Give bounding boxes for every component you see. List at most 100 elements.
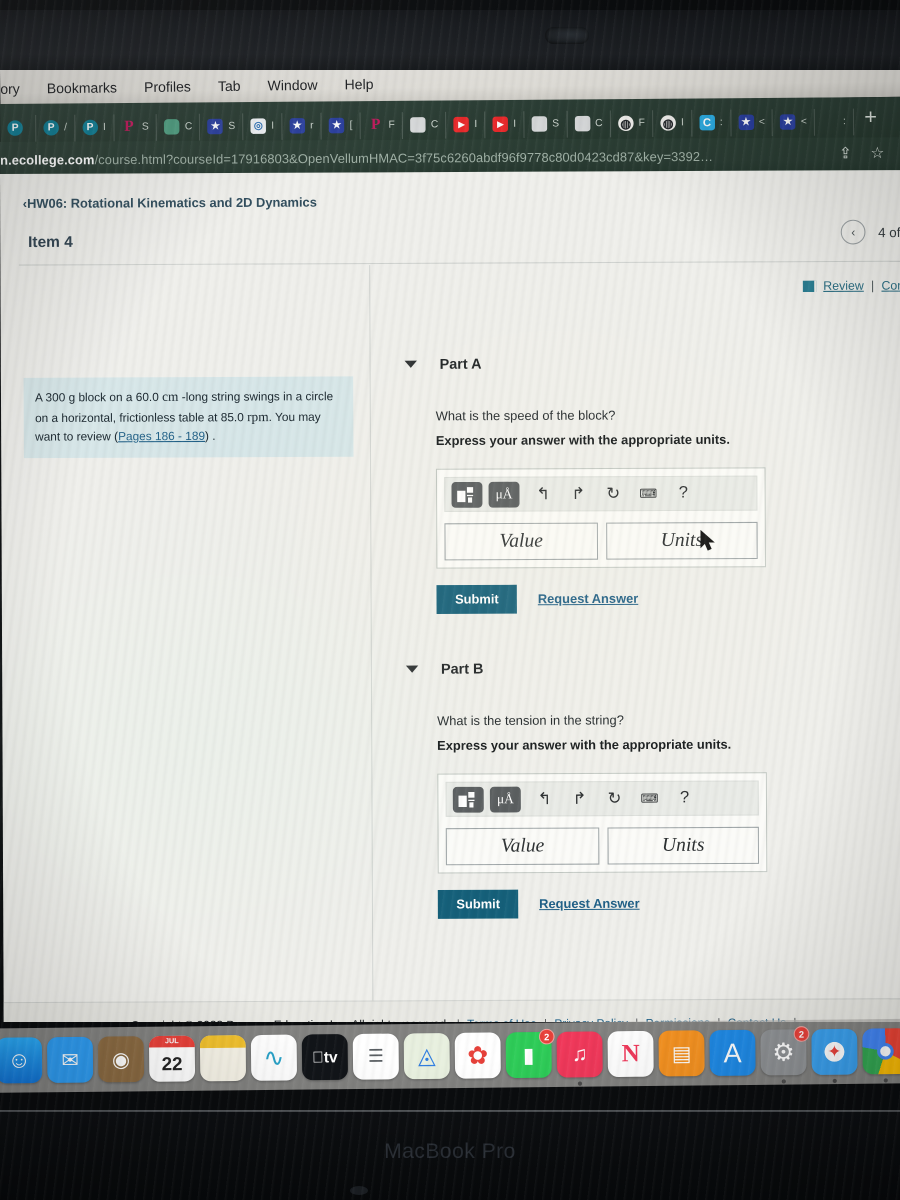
url-text[interactable]: n.ecollege.com/course.html?courseId=1791… bbox=[0, 150, 713, 168]
keyboard-icon[interactable]: ⌨ bbox=[631, 479, 666, 508]
math-template-icon[interactable] bbox=[452, 786, 484, 813]
browser-tab[interactable]: ★ S bbox=[200, 112, 244, 141]
question-mark-icon[interactable]: ? bbox=[667, 784, 702, 813]
keyboard-icon[interactable]: ⌨ bbox=[632, 784, 667, 813]
safari-icon[interactable]: ✦ bbox=[811, 1028, 858, 1084]
browser-tab[interactable]: C bbox=[402, 111, 447, 139]
blue-star-icon: ★ bbox=[738, 114, 754, 131]
menu-item-window[interactable]: Window bbox=[267, 77, 317, 93]
books-icon[interactable]: ▤ bbox=[658, 1030, 705, 1077]
pages-review-link[interactable]: Pages 186 - 189 bbox=[118, 431, 205, 444]
question-mark-icon[interactable]: ? bbox=[666, 479, 701, 508]
math-template-icon[interactable] bbox=[451, 481, 483, 508]
news-icon[interactable]: N bbox=[607, 1030, 654, 1078]
breadcrumb-label[interactable]: HW06: Rotational Kinematics and 2D Dynam… bbox=[27, 195, 317, 211]
browser-tab[interactable]: P bbox=[0, 114, 37, 142]
browser-tab[interactable]: : bbox=[815, 108, 855, 136]
browser-tab[interactable]: ◎ I bbox=[243, 112, 283, 140]
part-a-request-answer-link[interactable]: Request Answer bbox=[538, 591, 638, 606]
sidebar-divider bbox=[369, 265, 374, 1022]
reminders-icon[interactable]: ☰ bbox=[352, 1033, 399, 1080]
browser-tab[interactable]: ★ r bbox=[282, 112, 322, 140]
pearson-script-p-icon: P bbox=[370, 116, 381, 134]
browser-tab[interactable]: C bbox=[156, 113, 201, 141]
music-icon[interactable]: ♫ bbox=[556, 1031, 603, 1086]
hinge-detail bbox=[350, 1186, 368, 1195]
menu-item-profiles[interactable]: Profiles bbox=[144, 78, 191, 94]
notification-badge: 2 bbox=[793, 1026, 810, 1042]
part-b-request-answer-link[interactable]: Request Answer bbox=[539, 896, 639, 911]
problem-text-1: A 300 g block on a 60.0 bbox=[34, 391, 163, 405]
constants-link[interactable]: Constan bbox=[881, 278, 900, 293]
photos-icon[interactable]: ✿ bbox=[454, 1032, 501, 1079]
new-tab-button[interactable]: + bbox=[854, 105, 887, 130]
caret-down-icon[interactable] bbox=[404, 360, 417, 368]
part-b-submit-button[interactable]: Submit bbox=[437, 889, 519, 919]
item-pager: ‹ 4 of 15 bbox=[840, 219, 900, 245]
part-a-units-input[interactable]: Units bbox=[606, 521, 758, 560]
part-b-fields: Value Units bbox=[445, 826, 760, 866]
menu-item-help[interactable]: Help bbox=[344, 76, 373, 92]
system-settings-icon[interactable]: ⚙ 2 bbox=[760, 1026, 810, 1084]
browser-tab[interactable]: S bbox=[524, 110, 568, 138]
browser-tab[interactable]: ◍ F bbox=[610, 109, 654, 137]
mail-icon[interactable]: ✉ bbox=[46, 1036, 94, 1083]
part-a-actions: Submit Request Answer bbox=[436, 584, 766, 614]
browser-tab-title: I bbox=[474, 118, 478, 131]
freeform-icon[interactable]: ∿ bbox=[250, 1034, 298, 1081]
contacts-icon[interactable]: ◉ bbox=[97, 1036, 145, 1083]
browser-tab[interactable]: ★ < bbox=[730, 108, 774, 136]
part-b-value-input[interactable]: Value bbox=[445, 827, 600, 866]
part-b-label: Part B bbox=[440, 660, 484, 677]
browser-tab[interactable]: P / bbox=[36, 114, 76, 142]
browser-tab-title: : bbox=[842, 115, 846, 128]
app-store-icon[interactable]: A bbox=[709, 1029, 756, 1077]
star-outline-icon[interactable]: ☆ bbox=[870, 144, 884, 163]
apple-icon bbox=[822, 114, 838, 130]
blue-star-icon: ★ bbox=[328, 117, 345, 134]
redo-icon[interactable]: ↱ bbox=[561, 479, 596, 508]
menu-item-bookmarks[interactable]: Bookmarks bbox=[47, 79, 117, 96]
maps-icon[interactable]: ◬ bbox=[403, 1032, 450, 1080]
part-a-submit-button[interactable]: Submit bbox=[436, 584, 518, 614]
browser-tab[interactable]: PS bbox=[113, 113, 158, 141]
finder-icon[interactable]: ☺ bbox=[0, 1037, 43, 1084]
browser-tab[interactable]: PF bbox=[360, 111, 404, 139]
chrome-icon[interactable] bbox=[862, 1028, 900, 1083]
macos-dock[interactable]: ☺✉◉JUL22∿tv☰◬✿▮2♫N▤A⚙2✦W✆ bbox=[0, 1010, 900, 1115]
caret-down-icon[interactable] bbox=[405, 665, 419, 673]
calendar-icon[interactable]: JUL 22 bbox=[148, 1035, 196, 1082]
browser-tab[interactable]: PI bbox=[75, 113, 115, 142]
chegg-c-icon: C bbox=[699, 114, 715, 131]
menu-item-ory[interactable]: ory bbox=[0, 81, 20, 97]
browser-tab[interactable]: C: bbox=[691, 109, 732, 137]
pearson-script-p-icon: P bbox=[124, 118, 134, 135]
prev-item-button[interactable]: ‹ bbox=[840, 219, 866, 245]
app-running-indicator bbox=[781, 1079, 786, 1084]
redo-icon[interactable]: ↱ bbox=[562, 784, 597, 813]
breadcrumb[interactable]: ‹HW06: Rotational Kinematics and 2D Dyna… bbox=[23, 195, 317, 211]
browser-tab[interactable]: C bbox=[567, 110, 611, 138]
apple-tv-icon[interactable]: tv bbox=[301, 1034, 349, 1081]
browser-tab[interactable]: ★[ bbox=[321, 111, 361, 140]
part-a-header[interactable]: Part A bbox=[404, 354, 766, 372]
micro-angstrom-icon[interactable]: μÅ bbox=[489, 786, 521, 813]
reset-icon[interactable]: ↻ bbox=[597, 784, 632, 813]
part-a-value-input[interactable]: Value bbox=[444, 522, 598, 561]
reset-icon[interactable]: ↻ bbox=[596, 479, 631, 508]
undo-icon[interactable]: ↰ bbox=[526, 480, 561, 509]
part-b-header[interactable]: Part B bbox=[405, 659, 767, 677]
browser-tab[interactable]: ▶ I bbox=[446, 111, 486, 139]
facetime-icon[interactable]: ▮ 2 bbox=[505, 1028, 555, 1079]
menu-item-tab[interactable]: Tab bbox=[218, 78, 241, 94]
browser-tab[interactable]: ◍ I bbox=[653, 109, 693, 137]
browser-tab[interactable]: ▶ I bbox=[485, 110, 525, 138]
part-b-units-input[interactable]: Units bbox=[607, 826, 760, 865]
undo-icon[interactable]: ↰ bbox=[527, 784, 562, 813]
notes-icon[interactable] bbox=[199, 1035, 247, 1082]
micro-angstrom-icon[interactable]: μÅ bbox=[488, 481, 520, 508]
browser-tab[interactable]: ★ < bbox=[772, 108, 816, 136]
share-icon[interactable]: ⇪ bbox=[839, 144, 852, 163]
globe-icon: ◍ bbox=[617, 115, 634, 132]
review-link[interactable]: Review bbox=[823, 278, 864, 293]
